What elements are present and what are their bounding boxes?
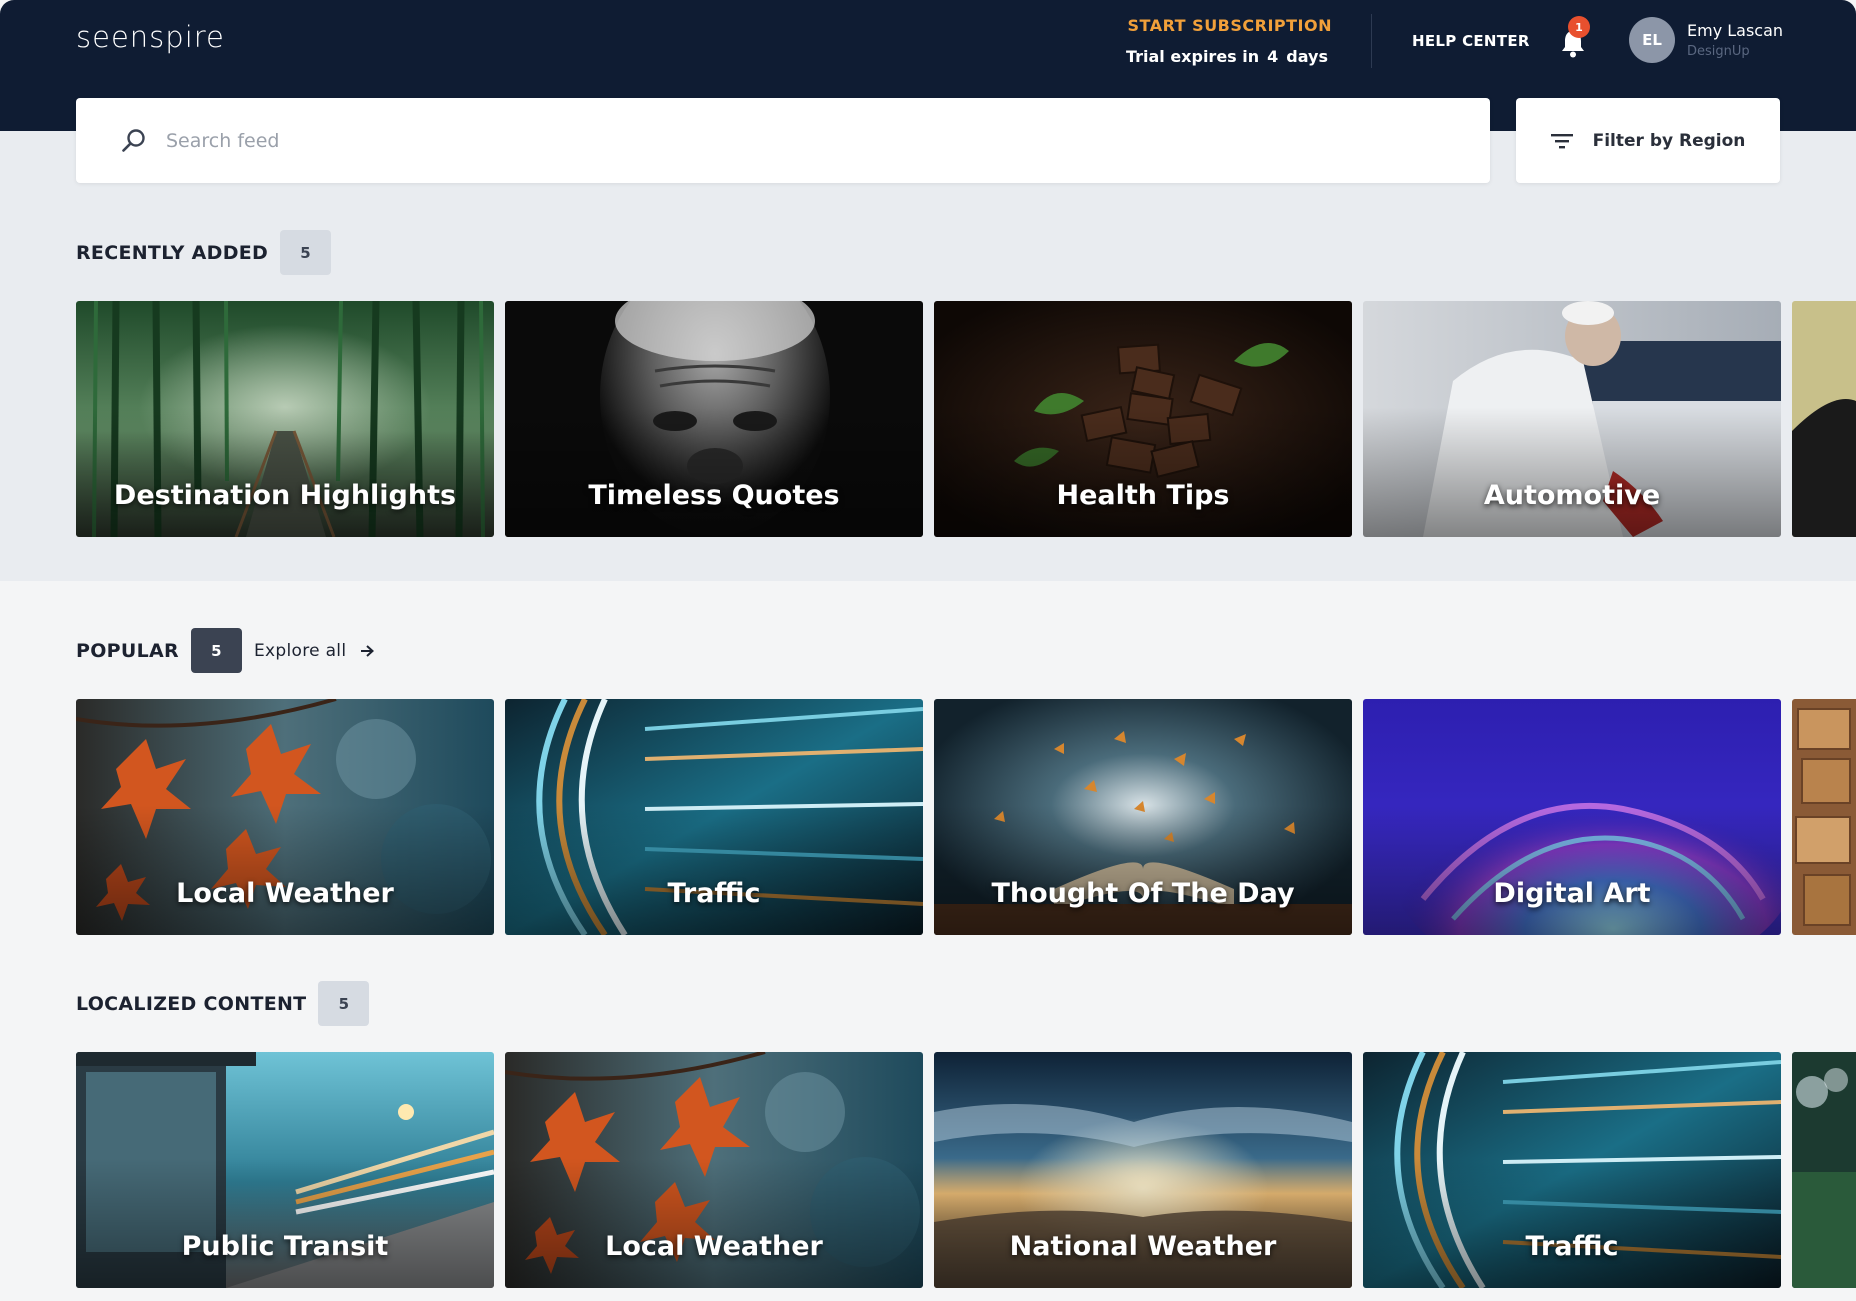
card-destination-highlights[interactable]: Destination Highlights (76, 301, 494, 537)
filter-label: Filter by Region (1592, 130, 1746, 151)
section-count-badge: 5 (318, 981, 370, 1026)
user-name[interactable]: Emy Lascan (1687, 21, 1783, 40)
user-avatar[interactable]: EL (1629, 17, 1675, 63)
card-health-tips[interactable]: Health Tips (934, 301, 1352, 537)
card-label: Automotive (1483, 480, 1661, 511)
filter-by-region-button[interactable]: Filter by Region (1516, 98, 1780, 183)
card-partial-next[interactable] (1792, 699, 1856, 935)
popular-row: Local Weather Traffic Thought Of The Day… (0, 699, 1856, 935)
localized-content-row: Public Transit Local Weather National We… (0, 1052, 1856, 1288)
card-label: Public Transit (181, 1231, 389, 1262)
card-public-transit[interactable]: Public Transit (76, 1052, 494, 1288)
card-label: Destination Highlights (113, 480, 457, 511)
card-partial-next[interactable] (1792, 1052, 1856, 1288)
trial-expiry-text: Trial expires in 4 days (1122, 47, 1332, 66)
bokeh-image (1792, 1052, 1856, 1288)
section-count-badge: 5 (190, 628, 242, 673)
search-input[interactable] (166, 129, 1366, 152)
card-label: Timeless Quotes (588, 480, 840, 511)
section-title: POPULAR (76, 639, 179, 662)
explore-all-link[interactable]: Explore all (253, 640, 375, 661)
card-label: Thought Of The Day (991, 878, 1295, 909)
card-digital-art[interactable]: Digital Art (1363, 699, 1781, 935)
search-icon (122, 128, 145, 152)
search-bar[interactable] (76, 98, 1490, 183)
card-label: Local Weather (605, 1231, 823, 1262)
header-divider (1371, 14, 1372, 68)
card-label: Traffic (667, 878, 761, 909)
section-recently-added-header: RECENTLY ADDED 5 (76, 230, 332, 275)
section-popular-header: POPULAR 5 Explore all (76, 628, 375, 673)
filter-icon (1550, 133, 1573, 148)
recently-added-row: Destination Highlights Timeless Quotes H… (0, 301, 1856, 537)
arrow-right-icon (361, 644, 375, 657)
trial-prefix: Trial expires in (1125, 47, 1260, 66)
olive-image (1792, 301, 1856, 537)
card-label: Traffic (1525, 1231, 1619, 1262)
card-label: Local Weather (176, 878, 394, 909)
card-partial-next[interactable] (1792, 301, 1856, 537)
trial-days-count: 4 (1267, 47, 1279, 66)
seenspire-logo[interactable]: seenspire (76, 20, 225, 54)
notification-badge: 1 (1568, 16, 1590, 38)
card-traffic[interactable]: Traffic (505, 699, 923, 935)
card-local-weather-localized[interactable]: Local Weather (505, 1052, 923, 1288)
card-label: Digital Art (1493, 878, 1651, 909)
section-localized-content-header: LOCALIZED CONTENT 5 (76, 981, 370, 1026)
help-center-link[interactable]: HELP CENTER (1412, 32, 1530, 50)
wooden-blocks-image (1792, 699, 1856, 935)
user-organization: DesignUp (1687, 44, 1750, 59)
section-title: RECENTLY ADDED (76, 241, 269, 264)
card-local-weather[interactable]: Local Weather (76, 699, 494, 935)
card-timeless-quotes[interactable]: Timeless Quotes (505, 301, 923, 537)
trial-suffix: days (1286, 47, 1328, 66)
explore-all-label: Explore all (253, 640, 347, 661)
card-national-weather[interactable]: National Weather (934, 1052, 1352, 1288)
card-label: Health Tips (1056, 480, 1230, 511)
card-automotive[interactable]: Automotive (1363, 301, 1781, 537)
card-thought-of-the-day[interactable]: Thought Of The Day (934, 699, 1352, 935)
section-count-badge: 5 (280, 230, 332, 275)
subscription-block: START SUBSCRIPTION Trial expires in 4 days (1122, 16, 1332, 66)
section-title: LOCALIZED CONTENT (76, 992, 307, 1015)
card-traffic-localized[interactable]: Traffic (1363, 1052, 1781, 1288)
card-label: National Weather (1009, 1231, 1277, 1262)
start-subscription-link[interactable]: START SUBSCRIPTION (1122, 16, 1332, 35)
